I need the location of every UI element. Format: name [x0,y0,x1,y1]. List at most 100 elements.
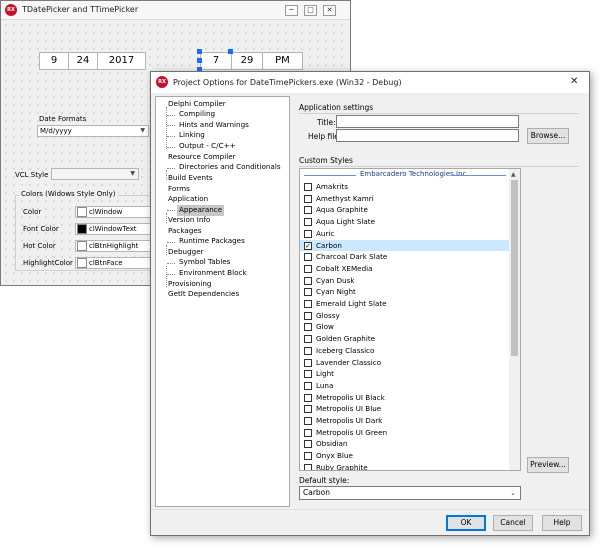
tree-item-resource-compiler[interactable]: Resource Compiler [168,152,236,163]
tree-item-appearance[interactable]: Appearance [177,205,225,216]
style-list-item[interactable]: Cobalt XEMedia [300,263,509,275]
color-row-combo[interactable]: clWindow [75,206,155,218]
style-list-item[interactable]: Metropolis UI Blue [300,403,509,415]
custom-styles-list[interactable]: Embarcadero Technologies Inc. Amakrits Am… [299,168,521,471]
chevron-down-icon[interactable]: ▼ [130,169,135,179]
browse-button[interactable]: Browse... [527,128,569,144]
tree-item-output[interactable]: Output - C/C++ [179,141,236,152]
checkbox-icon[interactable] [304,440,312,449]
tree-item-linking[interactable]: Linking [179,130,205,141]
style-list-item[interactable]: Metropolis UI Dark [300,415,509,427]
tree-item-forms[interactable]: Forms [168,184,190,195]
style-list-item[interactable]: Auric [300,228,509,240]
style-list-item[interactable]: Aqua Graphite [300,204,509,216]
style-list-item[interactable]: Amakrits [300,181,509,193]
time-picker-hour[interactable]: 7 [200,52,232,70]
ok-button[interactable]: OK [446,515,486,531]
tree-item-environment-block[interactable]: Environment Block [179,268,247,279]
tree-item-debugger[interactable]: Debugger [168,247,204,258]
checkbox-icon[interactable] [304,311,312,320]
chevron-down-icon[interactable]: ▼ [140,126,145,136]
checkbox-icon[interactable] [304,218,312,227]
style-list-item[interactable]: Metropolis UI Black [300,392,509,404]
color-row-combo[interactable]: clWindowText [75,223,155,235]
date-format-combo[interactable]: M/d/yyyy ▼ [37,125,149,137]
close-icon[interactable]: ✕ [323,5,336,16]
style-list-item[interactable]: Obsidian [300,438,509,450]
maximize-icon[interactable]: □ [304,5,317,16]
style-list-item[interactable]: Amethyst Kamri [300,193,509,205]
checkbox-icon[interactable] [304,335,312,344]
cancel-button[interactable]: Cancel [493,515,533,531]
style-list-item[interactable]: Golden Graphite [300,333,509,345]
title-input[interactable] [336,115,519,128]
checkbox-icon[interactable] [304,183,312,191]
checkbox-icon[interactable] [304,463,312,470]
checkbox-checked-icon[interactable]: ✓ [304,241,312,250]
style-list-item[interactable]: Glow [300,321,509,333]
date-picker-month[interactable]: 24 [68,52,98,70]
style-list-item[interactable]: Onyx Blue [300,450,509,462]
tree-item-directories[interactable]: Directories and Conditionals [179,162,281,173]
scroll-up-icon[interactable]: ▲ [511,171,516,178]
tree-item-application[interactable]: Application [168,194,208,205]
style-list-item[interactable]: Emerald Light Slate [300,298,509,310]
style-list-item[interactable]: Lavender Classico [300,357,509,369]
checkbox-icon[interactable] [304,194,312,203]
tree-item-runtime-packages[interactable]: Runtime Packages [179,236,245,247]
checkbox-icon[interactable] [304,452,312,461]
style-list-item[interactable]: Metropolis UI Green [300,427,509,439]
selection-handle[interactable] [197,49,202,54]
color-row-combo[interactable]: clBtnHighlight [75,240,155,252]
checkbox-icon[interactable] [304,346,312,355]
help-button[interactable]: Help [542,515,582,531]
tree-item-getit-dependencies[interactable]: GetIt Dependencies [168,289,239,300]
chevron-down-icon[interactable]: ⌄ [510,487,516,499]
tree-item-packages[interactable]: Packages [168,226,202,237]
vcl-style-combo[interactable]: ▼ [51,168,139,180]
checkbox-icon[interactable] [304,229,312,238]
preview-button[interactable]: Preview... [527,457,569,473]
color-row-combo[interactable]: clBtnFace [75,257,155,269]
checkbox-icon[interactable] [304,417,312,425]
style-list-item[interactable]: Iceberg Classico [300,345,509,357]
checkbox-icon[interactable] [304,370,312,379]
checkbox-icon[interactable] [304,264,312,273]
style-list-item[interactable]: Charcoal Dark Slate [300,251,509,263]
tree-item-compiling[interactable]: Compiling [179,109,215,120]
style-list-item[interactable]: Luna [300,380,509,392]
style-list-item[interactable]: Glossy [300,310,509,322]
checkbox-icon[interactable] [304,381,312,390]
tree-item-symbol-tables[interactable]: Symbol Tables [179,257,230,268]
style-list-item[interactable]: Cyan Dusk [300,275,509,287]
date-picker-year[interactable]: 2017 [97,52,146,70]
default-style-dropdown[interactable]: Carbon ⌄ [299,486,521,500]
date-picker-day[interactable]: 9 [39,52,69,70]
tree-item-hints-and-warnings[interactable]: Hints and Warnings [179,120,249,131]
tree-item-build-events[interactable]: Build Events [168,173,213,184]
checkbox-icon[interactable] [304,358,312,367]
style-list-item[interactable]: Light [300,368,509,380]
checkbox-icon[interactable] [304,428,312,437]
styles-scroll-thumb[interactable] [511,180,518,356]
style-list-item[interactable]: Cyan Night [300,286,509,298]
tree-item-version-info[interactable]: Version Info [168,215,210,226]
checkbox-icon[interactable] [304,288,312,297]
style-list-item[interactable]: Aqua Light Slate [300,216,509,228]
checkbox-icon[interactable] [304,393,312,402]
selection-handle[interactable] [197,58,202,63]
tree-item-provisioning[interactable]: Provisioning [168,279,211,290]
checkbox-icon[interactable] [304,405,312,414]
time-picker-minute[interactable]: 29 [231,52,263,70]
minimize-icon[interactable]: ─ [285,5,298,16]
style-list-item[interactable]: Ruby Graphite [300,462,509,470]
time-picker-ampm[interactable]: PM [262,52,303,70]
style-list-item[interactable]: ✓ Carbon [300,239,509,252]
checkbox-icon[interactable] [304,206,312,215]
close-icon[interactable]: ✕ [570,76,578,87]
checkbox-icon[interactable] [304,323,312,332]
tree-item-delphi-compiler[interactable]: Delphi Compiler [168,99,226,110]
checkbox-icon[interactable] [304,300,312,308]
checkbox-icon[interactable] [304,253,312,262]
selection-handle[interactable] [228,49,233,54]
